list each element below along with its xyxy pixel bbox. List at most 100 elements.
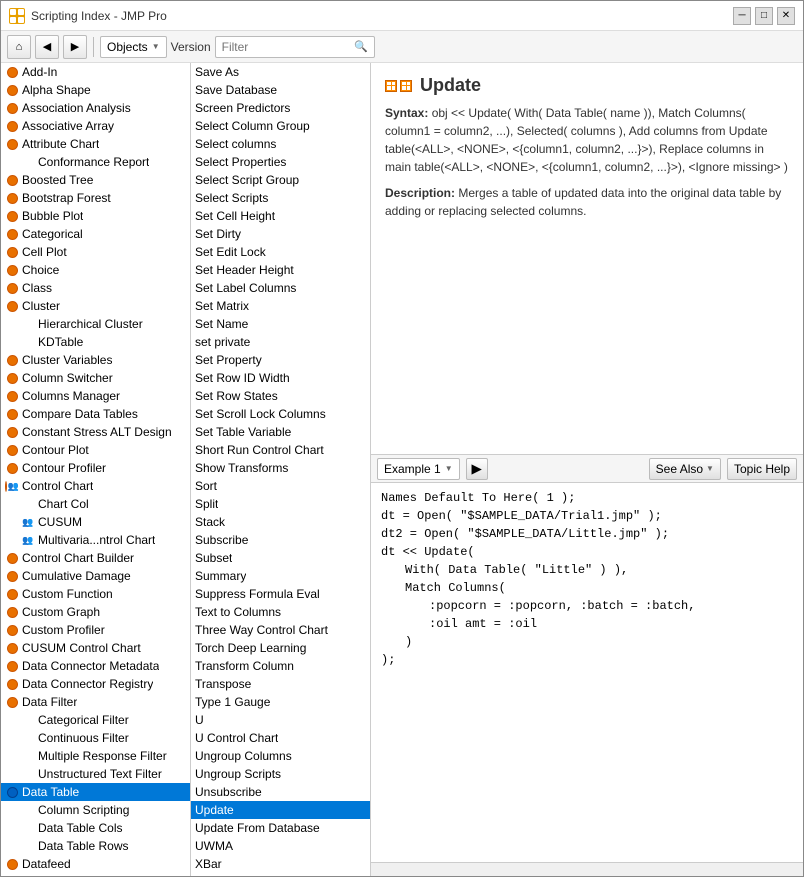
middle-list-item-short-run-control[interactable]: Short Run Control Chart bbox=[191, 441, 370, 459]
forward-button[interactable]: ▶ bbox=[63, 35, 87, 59]
code-area[interactable]: Names Default To Here( 1 );dt = Open( "$… bbox=[371, 483, 803, 862]
home-button[interactable]: ⌂ bbox=[7, 35, 31, 59]
middle-list-item-set-table-variable[interactable]: Set Table Variable bbox=[191, 423, 370, 441]
middle-list-item-show-transforms[interactable]: Show Transforms bbox=[191, 459, 370, 477]
left-list-item-bootstrap-forest[interactable]: Bootstrap Forest bbox=[1, 189, 190, 207]
middle-list-item-uwma[interactable]: UWMA bbox=[191, 837, 370, 855]
left-list-item-add-in[interactable]: Add-In bbox=[1, 63, 190, 81]
left-list-item-columns-manager[interactable]: Columns Manager bbox=[1, 387, 190, 405]
left-list-item-associative-array[interactable]: Associative Array bbox=[1, 117, 190, 135]
left-list-item-contour-plot[interactable]: Contour Plot bbox=[1, 441, 190, 459]
middle-list-item-set-edit-lock[interactable]: Set Edit Lock bbox=[191, 243, 370, 261]
minimize-button[interactable]: ─ bbox=[733, 7, 751, 25]
middle-list-item-suppress-formula[interactable]: Suppress Formula Eval bbox=[191, 585, 370, 603]
filter-box[interactable]: 🔍 bbox=[215, 36, 375, 58]
back-button[interactable]: ◀ bbox=[35, 35, 59, 59]
middle-list-item-subscribe[interactable]: Subscribe bbox=[191, 531, 370, 549]
objects-dropdown[interactable]: Objects ▼ bbox=[100, 36, 167, 58]
left-list-item-association-analysis[interactable]: Association Analysis bbox=[1, 99, 190, 117]
middle-list-item-select-scripts[interactable]: Select Scripts bbox=[191, 189, 370, 207]
middle-list-item-three-way-control[interactable]: Three Way Control Chart bbox=[191, 621, 370, 639]
middle-list-item-select-column-group[interactable]: Select Column Group bbox=[191, 117, 370, 135]
left-list-item-data-filter[interactable]: Data Filter bbox=[1, 693, 190, 711]
middle-list-item-transpose[interactable]: Transpose bbox=[191, 675, 370, 693]
middle-list-item-set-label-columns[interactable]: Set Label Columns bbox=[191, 279, 370, 297]
left-list-item-categorical[interactable]: Categorical bbox=[1, 225, 190, 243]
middle-list-item-split[interactable]: Split bbox=[191, 495, 370, 513]
middle-list-item-set-private[interactable]: set private bbox=[191, 333, 370, 351]
left-list-item-constant-stress[interactable]: Constant Stress ALT Design bbox=[1, 423, 190, 441]
left-list-item-class[interactable]: Class bbox=[1, 279, 190, 297]
middle-list-item-type-1-gauge[interactable]: Type 1 Gauge bbox=[191, 693, 370, 711]
middle-list-item-unsubscribe[interactable]: Unsubscribe bbox=[191, 783, 370, 801]
left-list[interactable]: Add-InAlpha ShapeAssociation AnalysisAss… bbox=[1, 63, 190, 876]
middle-list-item-select-columns[interactable]: Select columns bbox=[191, 135, 370, 153]
left-list-item-hierarchical-cluster[interactable]: Hierarchical Cluster bbox=[1, 315, 190, 333]
middle-list-item-set-header-height[interactable]: Set Header Height bbox=[191, 261, 370, 279]
middle-list-item-xbar[interactable]: XBar bbox=[191, 855, 370, 873]
example-dropdown[interactable]: Example 1 ▼ bbox=[377, 458, 460, 480]
left-list-item-control-chart[interactable]: 👥Control Chart bbox=[1, 477, 190, 495]
left-list-item-cluster-variables[interactable]: Cluster Variables bbox=[1, 351, 190, 369]
left-list-item-contour-profiler[interactable]: Contour Profiler bbox=[1, 459, 190, 477]
middle-list-item-select-properties[interactable]: Select Properties bbox=[191, 153, 370, 171]
middle-list-item-set-row-states[interactable]: Set Row States bbox=[191, 387, 370, 405]
filter-input[interactable] bbox=[222, 40, 350, 54]
middle-list-item-set-matrix[interactable]: Set Matrix bbox=[191, 297, 370, 315]
left-list-item-degradation[interactable]: Degradation bbox=[1, 873, 190, 876]
left-list-item-custom-graph[interactable]: Custom Graph bbox=[1, 603, 190, 621]
left-list-item-cluster[interactable]: Cluster bbox=[1, 297, 190, 315]
left-list-item-datafeed[interactable]: Datafeed bbox=[1, 855, 190, 873]
middle-list-item-sort[interactable]: Sort bbox=[191, 477, 370, 495]
play-button[interactable]: ▶ bbox=[466, 458, 488, 480]
left-list-item-choice[interactable]: Choice bbox=[1, 261, 190, 279]
horizontal-scrollbar[interactable] bbox=[371, 863, 803, 877]
middle-list-item-screen-predictors[interactable]: Screen Predictors bbox=[191, 99, 370, 117]
middle-list-item-xbar-control-chart[interactable]: XBar Control Chart bbox=[191, 873, 370, 876]
left-list-item-attribute-chart[interactable]: Attribute Chart bbox=[1, 135, 190, 153]
left-list-item-data-connector-registry[interactable]: Data Connector Registry bbox=[1, 675, 190, 693]
middle-list-item-summary[interactable]: Summary bbox=[191, 567, 370, 585]
middle-list-item-save-as[interactable]: Save As bbox=[191, 63, 370, 81]
left-list-item-data-connector-metadata[interactable]: Data Connector Metadata bbox=[1, 657, 190, 675]
left-list-item-control-chart-builder[interactable]: Control Chart Builder bbox=[1, 549, 190, 567]
middle-list[interactable]: Save AsSave DatabaseScreen PredictorsSel… bbox=[191, 63, 370, 876]
middle-list-item-u-control-chart[interactable]: U Control Chart bbox=[191, 729, 370, 747]
middle-list-item-transform-column[interactable]: Transform Column bbox=[191, 657, 370, 675]
bottom-scrollbar[interactable] bbox=[371, 862, 803, 876]
left-list-item-cumulative-damage[interactable]: Cumulative Damage bbox=[1, 567, 190, 585]
left-list-item-alpha-shape[interactable]: Alpha Shape bbox=[1, 81, 190, 99]
left-list-item-unstructured-text-filter[interactable]: Unstructured Text Filter bbox=[1, 765, 190, 783]
middle-list-item-update[interactable]: Update bbox=[191, 801, 370, 819]
middle-list-item-torch-deep-learning[interactable]: Torch Deep Learning bbox=[191, 639, 370, 657]
left-list-item-cusum-control-chart[interactable]: CUSUM Control Chart bbox=[1, 639, 190, 657]
left-list-item-cusum[interactable]: 👥CUSUM bbox=[1, 513, 190, 531]
close-button[interactable]: ✕ bbox=[777, 7, 795, 25]
left-list-item-data-table[interactable]: Data Table bbox=[1, 783, 190, 801]
middle-list-item-set-name[interactable]: Set Name bbox=[191, 315, 370, 333]
left-list-item-multiple-response-filter[interactable]: Multiple Response Filter bbox=[1, 747, 190, 765]
left-list-item-kdtable[interactable]: KDTable bbox=[1, 333, 190, 351]
left-list-item-data-table-cols[interactable]: Data Table Cols bbox=[1, 819, 190, 837]
maximize-button[interactable]: □ bbox=[755, 7, 773, 25]
middle-list-item-set-scroll-lock[interactable]: Set Scroll Lock Columns bbox=[191, 405, 370, 423]
middle-list-item-set-cell-height[interactable]: Set Cell Height bbox=[191, 207, 370, 225]
middle-list-item-text-to-columns[interactable]: Text to Columns bbox=[191, 603, 370, 621]
left-list-item-cell-plot[interactable]: Cell Plot bbox=[1, 243, 190, 261]
middle-list-item-set-dirty[interactable]: Set Dirty bbox=[191, 225, 370, 243]
middle-list-item-save-database[interactable]: Save Database bbox=[191, 81, 370, 99]
left-list-item-continuous-filter[interactable]: Continuous Filter bbox=[1, 729, 190, 747]
left-list-item-compare-data-tables[interactable]: Compare Data Tables bbox=[1, 405, 190, 423]
middle-list-item-subset[interactable]: Subset bbox=[191, 549, 370, 567]
left-list-item-custom-profiler[interactable]: Custom Profiler bbox=[1, 621, 190, 639]
left-list-item-column-switcher[interactable]: Column Switcher bbox=[1, 369, 190, 387]
left-list-item-conformance-report[interactable]: Conformance Report bbox=[1, 153, 190, 171]
topic-help-button[interactable]: Topic Help bbox=[727, 458, 797, 480]
middle-list-item-select-script-group[interactable]: Select Script Group bbox=[191, 171, 370, 189]
left-list-item-boosted-tree[interactable]: Boosted Tree bbox=[1, 171, 190, 189]
middle-list-item-stack[interactable]: Stack bbox=[191, 513, 370, 531]
left-list-item-column-scripting[interactable]: Column Scripting bbox=[1, 801, 190, 819]
left-list-item-bubble-plot[interactable]: Bubble Plot bbox=[1, 207, 190, 225]
see-also-button[interactable]: See Also ▼ bbox=[649, 458, 721, 480]
middle-list-item-set-row-id-width[interactable]: Set Row ID Width bbox=[191, 369, 370, 387]
